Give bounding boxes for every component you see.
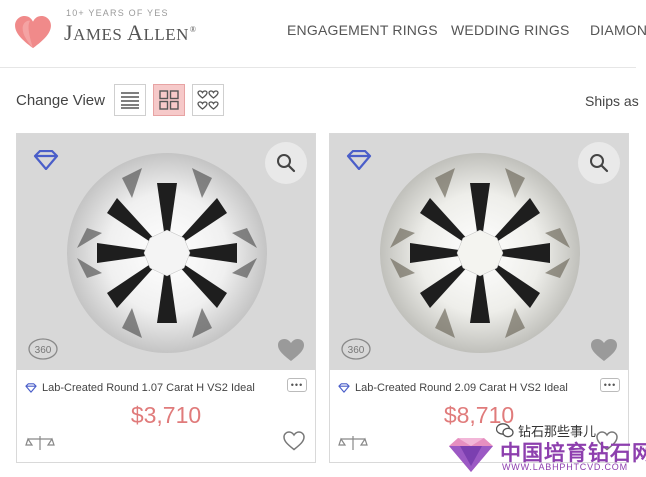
product-title[interactable]: Lab-Created Round 1.07 Carat H VS2 Ideal xyxy=(42,382,255,394)
nav-engagement-rings[interactable]: ENGAGEMENT RINGS xyxy=(287,22,438,38)
site-header: 10+ YEARS OF YES JAMES ALLEN® ENGAGEMENT… xyxy=(0,0,646,62)
header-divider xyxy=(0,67,636,68)
nav-diamonds[interactable]: DIAMON xyxy=(590,22,646,38)
lab-diamond-logo-icon xyxy=(449,438,493,472)
heart-icon[interactable] xyxy=(590,338,618,362)
diamond-photo xyxy=(380,153,580,353)
hearts-view-icon xyxy=(197,90,219,110)
more-options-button[interactable]: ••• xyxy=(287,378,307,392)
more-options-button[interactable]: ••• xyxy=(600,378,620,392)
diamond-outline-icon xyxy=(338,383,350,393)
brand-name: JAMES ALLEN® xyxy=(64,20,196,46)
zoom-button[interactable] xyxy=(578,142,620,184)
diamond-photo xyxy=(67,153,267,353)
brand-rest-james: AMES xyxy=(73,25,128,44)
zoom-button[interactable] xyxy=(265,142,307,184)
change-view-label: Change View xyxy=(16,92,105,109)
heart-icon[interactable] xyxy=(277,338,305,362)
svg-text:360: 360 xyxy=(35,345,52,356)
magnifier-icon xyxy=(277,154,296,173)
diamond-outline-icon xyxy=(346,150,372,170)
product-title[interactable]: Lab-Created Round 2.09 Carat H VS2 Ideal xyxy=(355,382,568,394)
brand-initial-a: A xyxy=(127,20,144,45)
product-title-row: Lab-Created Round 2.09 Carat H VS2 Ideal… xyxy=(338,378,622,398)
diamond-image[interactable]: 360 xyxy=(17,134,315,370)
brand-logo[interactable]: 10+ YEARS OF YES JAMES ALLEN® xyxy=(12,6,212,56)
svg-text:360: 360 xyxy=(348,345,365,356)
360-view-icon[interactable]: 360 xyxy=(27,334,59,364)
diamond-outline-icon xyxy=(25,383,37,393)
list-view-button[interactable] xyxy=(114,84,146,116)
grid-view-icon xyxy=(159,90,179,110)
heart-logo-icon xyxy=(15,16,51,49)
product-title-row: Lab-Created Round 1.07 Carat H VS2 Ideal… xyxy=(25,378,309,398)
wechat-icon xyxy=(496,423,514,438)
brand-initial-j: J xyxy=(64,20,74,45)
360-view-icon[interactable]: 360 xyxy=(340,334,372,364)
brand-rest-allen: LLEN xyxy=(143,25,189,44)
product-card[interactable]: 360 Lab-Created Round 1.07 Carat H VS2 I… xyxy=(16,133,316,463)
diamond-outline-icon xyxy=(33,150,59,170)
product-card[interactable]: 360 Lab-Created Round 2.09 Carat H VS2 I… xyxy=(329,133,629,463)
diamond-image[interactable]: 360 xyxy=(330,134,628,370)
brand-tagline: 10+ YEARS OF YES xyxy=(66,8,169,18)
compare-icon[interactable] xyxy=(25,434,55,452)
registered-mark: ® xyxy=(189,24,197,34)
compare-icon[interactable] xyxy=(338,434,368,452)
magnifier-icon xyxy=(590,154,609,173)
grid-view-button[interactable] xyxy=(153,84,185,116)
list-view-icon xyxy=(121,92,139,109)
product-price: $3,710 xyxy=(130,402,202,428)
ships-as-filter[interactable]: Ships as xyxy=(585,93,639,109)
site-url-watermark: WWW.LABHPHTCVD.COM xyxy=(502,462,628,472)
nav-wedding-rings[interactable]: WEDDING RINGS xyxy=(451,22,570,38)
wishlist-heart-icon[interactable] xyxy=(283,431,305,451)
hearts-view-button[interactable] xyxy=(192,84,224,116)
